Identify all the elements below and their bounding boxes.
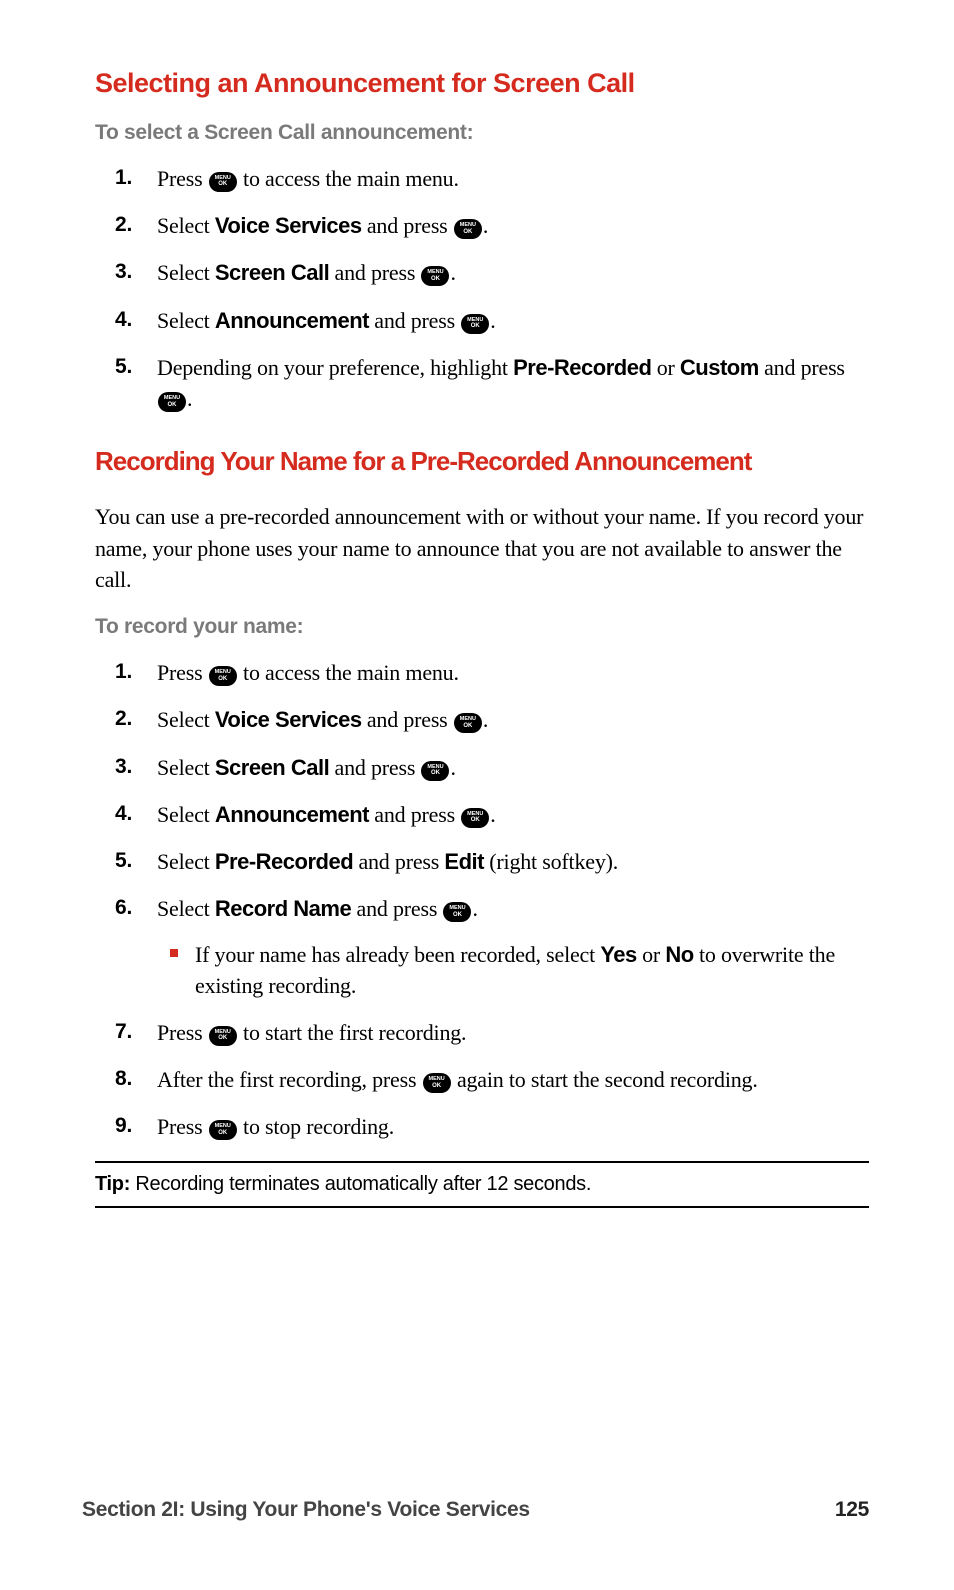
step-text: Select: [157, 213, 215, 238]
step-text: .: [450, 755, 455, 780]
menu-ok-icon: [443, 902, 471, 922]
footer-page-number: 125: [835, 1498, 869, 1522]
tip-label: Tip:: [95, 1173, 130, 1195]
step-bold: Announcement: [215, 308, 369, 333]
step-bold: Pre-Recorded: [513, 355, 651, 380]
bullet-item: If your name has already been recorded, …: [167, 939, 869, 1001]
step-text: Depending on your preference, highlight: [157, 355, 513, 380]
step-text: .: [472, 896, 477, 921]
step-text: and press: [362, 213, 453, 238]
step-text: .: [483, 213, 488, 238]
step-bold: Custom: [680, 355, 759, 380]
step-bold: Voice Services: [215, 213, 362, 238]
step-item: Press to stop recording.: [115, 1111, 869, 1142]
step-text: (right softkey).: [484, 849, 618, 874]
step-text: Select: [157, 849, 215, 874]
step-text: and press: [351, 896, 442, 921]
step-text: Press: [157, 660, 208, 685]
heading-recording-name: Recording Your Name for a Pre-Recorded A…: [95, 446, 869, 477]
step-item: Depending on your preference, highlight …: [115, 352, 869, 414]
intro-paragraph: You can use a pre-recorded announcement …: [95, 501, 869, 595]
step-text: and press: [353, 849, 444, 874]
footer-section-title: Section 2I: Using Your Phone's Voice Ser…: [82, 1498, 530, 1522]
step-item: Press to access the main menu.: [115, 163, 869, 194]
step-item: Select Screen Call and press .: [115, 752, 869, 783]
step-bold: Screen Call: [215, 755, 329, 780]
menu-ok-icon: [461, 808, 489, 828]
menu-ok-icon: [421, 761, 449, 781]
step-text: or: [651, 355, 680, 380]
step-text: Press: [157, 1114, 208, 1139]
step-text: to access the main menu.: [238, 166, 459, 191]
step-bold: Record Name: [215, 896, 351, 921]
step-item: Select Screen Call and press .: [115, 257, 869, 288]
step-bold: Pre-Recorded: [215, 849, 353, 874]
step-text: Select: [157, 308, 215, 333]
steps-list-2: Press to access the main menu. Select Vo…: [115, 657, 869, 1143]
heading-selecting-announcement: Selecting an Announcement for Screen Cal…: [95, 68, 869, 99]
step-bold: Announcement: [215, 802, 369, 827]
menu-ok-icon: [209, 1120, 237, 1140]
step-item: Select Announcement and press .: [115, 799, 869, 830]
step-text: and press: [759, 355, 845, 380]
step-text: Press: [157, 1020, 208, 1045]
step-text: .: [450, 260, 455, 285]
step-text: and press: [329, 260, 420, 285]
menu-ok-icon: [461, 314, 489, 334]
bullet-bold: Yes: [600, 942, 636, 967]
bullet-text: or: [637, 942, 666, 967]
step-text: .: [490, 802, 495, 827]
menu-ok-icon: [454, 219, 482, 239]
steps-list-1: Press to access the main menu. Select Vo…: [115, 163, 869, 414]
tip-box: Tip: Recording terminates automatically …: [95, 1161, 869, 1208]
bullet-bold: No: [665, 942, 693, 967]
step-text: Select: [157, 755, 215, 780]
step-text: to start the first recording.: [238, 1020, 467, 1045]
step-item: Select Voice Services and press .: [115, 704, 869, 735]
step-text: to stop recording.: [238, 1114, 394, 1139]
step-item: Select Record Name and press . If your n…: [115, 893, 869, 1001]
step-text: Select: [157, 260, 215, 285]
step-text: After the first recording, press: [157, 1067, 422, 1092]
tip-text: Recording terminates automatically after…: [130, 1173, 591, 1195]
step-text: .: [187, 386, 192, 411]
step-item: Press to start the first recording.: [115, 1017, 869, 1048]
step-text: again to start the second recording.: [452, 1067, 758, 1092]
menu-ok-icon: [454, 713, 482, 733]
step-text: Select: [157, 896, 215, 921]
step-text: to access the main menu.: [238, 660, 459, 685]
menu-ok-icon: [423, 1073, 451, 1093]
step-text: Select: [157, 802, 215, 827]
step-item: Press to access the main menu.: [115, 657, 869, 688]
sub-bullet-list: If your name has already been recorded, …: [167, 939, 869, 1001]
step-item: Select Announcement and press .: [115, 305, 869, 336]
step-text: and press: [329, 755, 420, 780]
step-bold: Voice Services: [215, 707, 362, 732]
bullet-text: If your name has already been recorded, …: [195, 942, 600, 967]
subhead-select-announcement: To select a Screen Call announcement:: [95, 121, 869, 145]
page-footer: Section 2I: Using Your Phone's Voice Ser…: [82, 1498, 869, 1522]
step-text: Press: [157, 166, 208, 191]
step-item: Select Pre-Recorded and press Edit (righ…: [115, 846, 869, 877]
menu-ok-icon: [209, 1026, 237, 1046]
menu-ok-icon: [158, 392, 186, 412]
step-text: .: [483, 707, 488, 732]
step-text: .: [490, 308, 495, 333]
step-bold: Edit: [444, 849, 484, 874]
menu-ok-icon: [421, 266, 449, 286]
step-text: and press: [369, 308, 460, 333]
step-text: Select: [157, 707, 215, 732]
subhead-record-name: To record your name:: [95, 615, 869, 639]
step-item: Select Voice Services and press .: [115, 210, 869, 241]
menu-ok-icon: [209, 172, 237, 192]
step-item: After the first recording, press again t…: [115, 1064, 869, 1095]
menu-ok-icon: [209, 666, 237, 686]
step-bold: Screen Call: [215, 260, 329, 285]
step-text: and press: [362, 707, 453, 732]
step-text: and press: [369, 802, 460, 827]
